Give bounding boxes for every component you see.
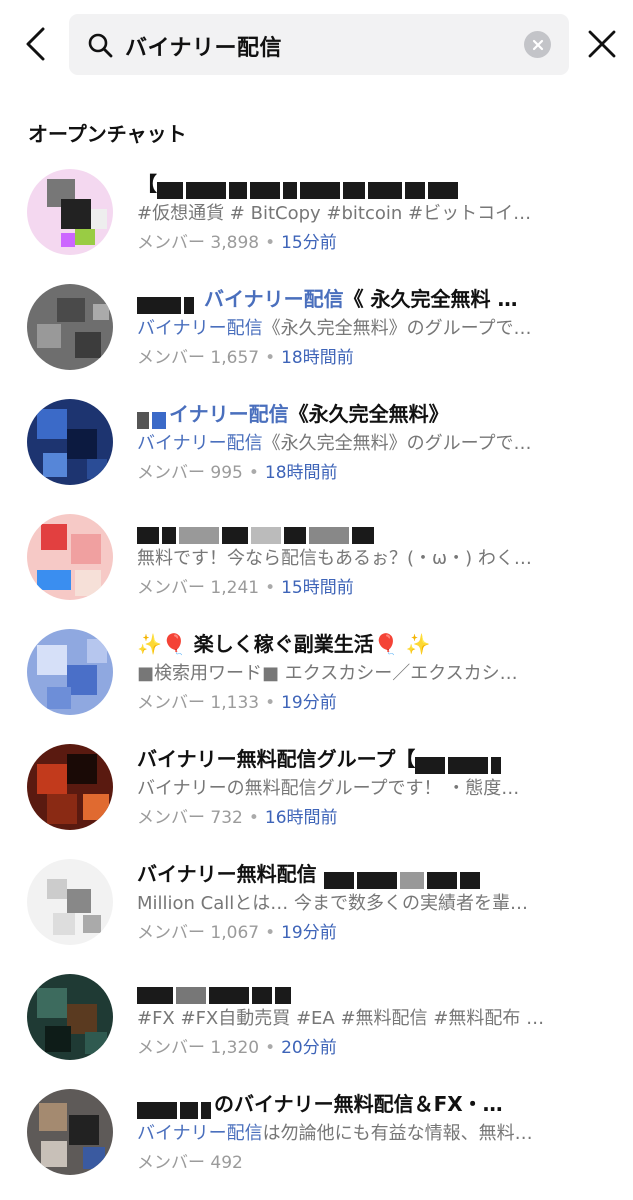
activity-time: 15分前 [281,233,337,253]
item-meta: メンバー 1,133 • 19分前 [137,693,337,713]
section-title: オープンチャット [28,122,187,146]
member-count: 1,657 [210,348,260,368]
item-meta: メンバー 3,898 • 15分前 [137,233,337,253]
item-description: ■検索用ワード■ エクスカシー／エクスカシ… [137,663,518,684]
redacted-text [137,290,197,314]
activity-time: 20分前 [281,1038,337,1058]
member-count: 1,067 [210,923,260,943]
item-title: バイナリー無料配信グループ【 [137,744,577,774]
member-count: 1,320 [210,1038,260,1058]
close-button[interactable] [580,22,624,66]
avatar [27,629,113,715]
item-meta: メンバー 1,657 • 18時間前 [137,348,354,368]
close-icon [588,30,616,58]
redacted-text [137,1095,214,1119]
item-description: バイナリー配信《永久完全無料》のグループで… [137,433,532,454]
item-description: バイナリー配信は勿論他にも有益な情報、無料… [137,1123,533,1144]
item-description: バイナリー配信《永久完全無料》のグループで… [137,318,532,339]
list-item[interactable]: のバイナリー無料配信＆FX・… バイナリー配信は勿論他にも有益な情報、無料… メ… [0,1075,633,1190]
item-description: #仮想通貨 # BitCopy #bitcoin #ビットコイ… [137,203,532,224]
redacted-text [137,405,169,429]
item-description: 無料です！今なら配信もあるぉ？(・ω・) わく… [137,548,532,569]
member-count: 492 [210,1153,243,1173]
item-title: バイナリー配信《 永久完全無料 … [137,284,577,314]
redacted-text [415,750,504,774]
list-item[interactable]: 【 #仮想通貨 # BitCopy #bitcoin #ビットコイ… メンバー … [0,155,633,270]
redacted-text [323,865,483,889]
list-item[interactable]: 無料です！今なら配信もあるぉ？(・ω・) わく… メンバー 1,241 • 15時間… [0,500,633,615]
search-input[interactable]: バイナリー配信 [125,30,282,62]
item-title: イナリー配信《永久完全無料》 [137,399,577,429]
avatar [27,1089,113,1175]
member-count: 1,133 [210,693,260,713]
item-description: Million Callとは… 今まで数多くの実績者を輩… [137,893,528,914]
search-icon [88,33,113,58]
member-count: 1,241 [210,578,260,598]
member-count: 732 [210,808,243,828]
item-title: ✨🎈 楽しく稼ぐ副業生活🎈 ✨ [137,632,431,656]
list-item[interactable]: #FX #FX自動売買 #EA #無料配信 #無料配布 … メンバー 1,320… [0,960,633,1075]
redacted-text [137,520,377,544]
clear-search-button[interactable] [524,31,551,58]
list-item[interactable]: バイナリー無料配信グループ【 バイナリーの無料配信グループです！ ・態度… メン… [0,730,633,845]
avatar [27,859,113,945]
search-box[interactable]: バイナリー配信 [69,14,569,75]
item-meta: メンバー 1,241 • 15時間前 [137,578,354,598]
item-title: のバイナリー無料配信＆FX・… [137,1089,577,1119]
list-item[interactable]: バイナリー無料配信 Million Callとは… 今まで数多くの実績者を輩… … [0,845,633,960]
list-item[interactable]: ✨🎈 楽しく稼ぐ副業生活🎈 ✨ ■検索用ワード■ エクスカシー／エクスカシ… メ… [0,615,633,730]
item-title: バイナリー無料配信 [137,859,577,889]
avatar [27,514,113,600]
item-meta: メンバー 492 [137,1153,243,1173]
member-count: 3,898 [210,233,260,253]
avatar [27,284,113,370]
activity-time: 16時間前 [264,808,338,828]
item-description: #FX #FX自動売買 #EA #無料配信 #無料配布 … [137,1008,545,1029]
item-description: バイナリーの無料配信グループです！ ・態度… [137,778,520,799]
item-title: 【 [137,169,577,199]
item-title [137,514,577,544]
avatar [27,399,113,485]
activity-time: 18時間前 [281,348,354,368]
list-item[interactable]: バイナリー配信《 永久完全無料 … バイナリー配信《永久完全無料》のグループで…… [0,270,633,385]
activity-time: 18時間前 [264,463,338,483]
member-count: 995 [210,463,243,483]
open-chat-list: 【 #仮想通貨 # BitCopy #bitcoin #ビットコイ… メンバー … [0,155,633,1190]
item-meta: メンバー 1,067 • 19分前 [137,923,337,943]
chevron-left-icon [26,27,45,61]
activity-time: 19分前 [281,693,337,713]
item-meta: メンバー 1,320 • 20分前 [137,1038,337,1058]
clear-icon [532,39,543,50]
activity-time: 19分前 [281,923,337,943]
back-button[interactable] [14,22,58,66]
list-item[interactable]: イナリー配信《永久完全無料》 バイナリー配信《永久完全無料》のグループで… メン… [0,385,633,500]
redacted-text [137,980,294,1004]
avatar [27,169,113,255]
item-meta: メンバー 732 • 16時間前 [137,808,338,828]
activity-time: 15時間前 [281,578,354,598]
redacted-text [157,175,461,199]
item-title [137,974,577,1004]
avatar [27,744,113,830]
item-meta: メンバー 995 • 18時間前 [137,463,338,483]
avatar [27,974,113,1060]
top-bar: バイナリー配信 [0,0,633,92]
